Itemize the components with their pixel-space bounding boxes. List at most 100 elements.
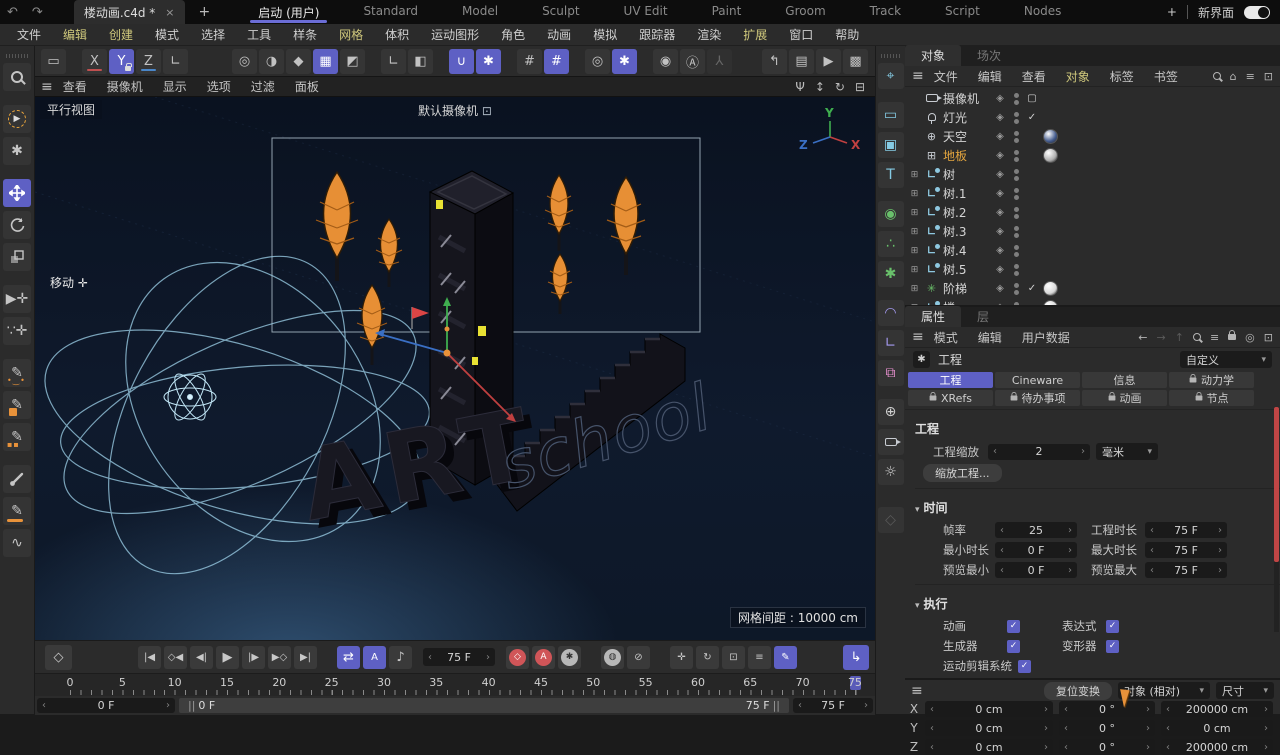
active-camera-label[interactable]: 默认摄像机 ⊡ [411,101,499,120]
search-icon[interactable] [1192,333,1201,341]
falloff-settings-button[interactable]: ✱ [612,48,637,74]
expand-icon[interactable]: ⊞ [909,284,920,294]
layer-icon[interactable]: ◈ [993,150,1007,161]
exec-checkbox[interactable]: ✓ [1007,619,1020,633]
transfer-tool-icon[interactable]: ▶✛ [3,285,31,313]
rotation-field[interactable]: ‹ 0 ° › [1059,739,1155,755]
next-key-button[interactable]: ▶◇ [268,645,291,669]
lock-icon[interactable] [1228,330,1237,340]
range-grip-left[interactable]: || [185,699,198,712]
workspace-tab[interactable]: Groom [763,1,847,23]
object-state-icon[interactable]: ▢ [1025,93,1039,104]
search-icon[interactable] [1212,72,1221,80]
generator-icon[interactable]: ✱ [877,261,904,287]
attribute-tab[interactable]: 信息 [1082,372,1167,388]
scale-field[interactable]: ‹ 200000 cm › [1161,701,1273,717]
lock-z-axis-button[interactable]: Z [136,48,161,74]
scrollbar-thumb[interactable] [1274,407,1279,562]
exec-checkbox-2[interactable]: ✓ [1106,639,1119,653]
manager-tab[interactable]: 属性 [905,306,962,327]
add-workspace-button[interactable]: + [1167,5,1177,19]
object-row[interactable]: ⊞ ∟ 树.3 ◈ [905,222,1280,241]
workspace-tab[interactable]: Sculpt [520,1,601,23]
visibility-dots[interactable] [1011,263,1021,276]
modifier-axis-icon[interactable]: ∟ [877,330,904,356]
scale-tool-icon[interactable] [3,243,31,271]
prev-key-button[interactable]: ◇◀ [164,645,187,669]
subdivision-surface-icon[interactable]: ◉ [877,201,904,227]
joint-filter-button[interactable]: ⅄ [707,48,732,74]
attribute-tab[interactable]: 节点 [1169,390,1254,406]
time-field[interactable]: ‹ 0 F › [995,542,1077,558]
layer-icon[interactable]: ◈ [993,169,1007,180]
key-pla-button[interactable]: ✎ [774,645,797,669]
object-row[interactable]: ⊞ 摄像机 ◈ ▢ [905,89,1280,108]
polygons-mode-button[interactable]: ◆ [286,48,311,74]
render-settings-button[interactable]: ▩ [843,48,868,74]
viewport-canvas[interactable]: ART ART school Y X Z 平行视图 默认摄像机 ⊡ 移动 ✛ 网… [35,97,875,640]
object-row[interactable]: ⊞ ⊞ 地板 ◈ [905,146,1280,165]
attribute-tab[interactable]: Cineware [995,372,1080,388]
show-marks-button[interactable]: A [363,645,386,669]
expand-icon[interactable]: ⊞ [909,246,920,256]
object-name[interactable]: 灯光 [943,109,989,126]
om-menu-icon[interactable]: ≡ [912,68,924,84]
pan-view-icon[interactable]: Ψ [795,80,804,94]
render-picture-viewer-button[interactable]: ▶ [816,48,841,74]
key-parameters-button[interactable]: ≡ [748,645,771,669]
light-create-icon[interactable]: ☼ [877,459,904,485]
om-menu-item[interactable]: 对象 [1057,68,1099,85]
workspace-tab[interactable]: Paint [690,1,764,23]
toggle-views-icon[interactable]: ⊟ [855,80,865,94]
position-field[interactable]: ‹ 0 cm › [925,720,1053,736]
play-button[interactable]: ▶ [216,645,239,669]
coordinate-system-button[interactable]: ∟ [163,48,188,74]
layer-icon[interactable]: ◈ [993,264,1007,275]
expand-icon[interactable]: ⊞ [909,227,920,237]
viewport-menu-item[interactable]: 查看 [54,78,96,95]
menu-item[interactable]: 样条 [282,26,328,43]
record-keyframe-button[interactable]: ◇ [506,645,529,669]
workplane-button[interactable]: ∟ [381,48,406,74]
redo-icon[interactable]: ↷ [25,5,50,20]
object-state-icon[interactable]: ✓ [1025,283,1039,294]
object-row[interactable]: ⊞ 灯光 ◈ ✓ [905,108,1280,127]
environment-icon[interactable]: ⊕ [877,399,904,425]
menu-item[interactable]: 模拟 [582,26,628,43]
dolly-view-icon[interactable]: ↕ [815,80,825,94]
object-state-icon[interactable]: ✓ [1025,112,1039,123]
viewport-solo-button[interactable]: ▭ [41,48,66,74]
attribute-tab[interactable]: 动画 [1082,390,1167,406]
soft-selection-icon[interactable]: ∵✛ [3,317,31,345]
exec-checkbox[interactable]: ✓ [1018,659,1031,673]
brush-tool-icon[interactable] [3,465,31,493]
key-scale-button[interactable]: ⊡ [722,645,745,669]
camera-create-icon[interactable] [877,429,904,455]
cube-primitive-icon[interactable]: ▣ [877,132,904,158]
scale-field[interactable]: ‹ 200000 cm › [1161,739,1273,755]
expand-icon[interactable]: ⊞ [909,265,920,275]
visibility-dots[interactable] [1011,225,1021,238]
layer-icon[interactable]: ◈ [993,283,1007,294]
scale-field[interactable]: ‹ 0 cm › [1161,720,1273,736]
falloff-button[interactable]: ◎ [585,48,610,74]
layer-icon[interactable]: ◈ [993,207,1007,218]
position-field[interactable]: ‹ 0 cm › [925,701,1053,717]
reset-transform-button[interactable]: 复位变换 [1044,681,1112,700]
am-menu-item[interactable]: 模式 [925,329,967,346]
manager-tab[interactable]: 场次 [961,45,1017,66]
move-tool-icon[interactable] [3,179,31,207]
visibility-dots[interactable] [1011,111,1021,124]
visibility-dots[interactable] [1011,168,1021,181]
workspace-tab[interactable]: Nodes [1002,1,1084,23]
points-mode-button[interactable]: ◎ [232,48,257,74]
key-rotation-button[interactable]: ↻ [696,645,719,669]
poly-pen-icon[interactable]: ✎ ▪▪ [3,423,31,451]
tweak-tool-icon[interactable]: ✱ [3,137,31,165]
lock-x-axis-button[interactable]: X [82,48,107,74]
time-section-title[interactable]: ▾ 时间 [915,495,1280,522]
am-menu-item[interactable]: 编辑 [969,329,1011,346]
visibility-dots[interactable] [1011,130,1021,143]
sketch-pen-icon[interactable]: ✎ [3,497,31,525]
spline-shape-pen-icon[interactable]: ✎ [3,391,31,419]
